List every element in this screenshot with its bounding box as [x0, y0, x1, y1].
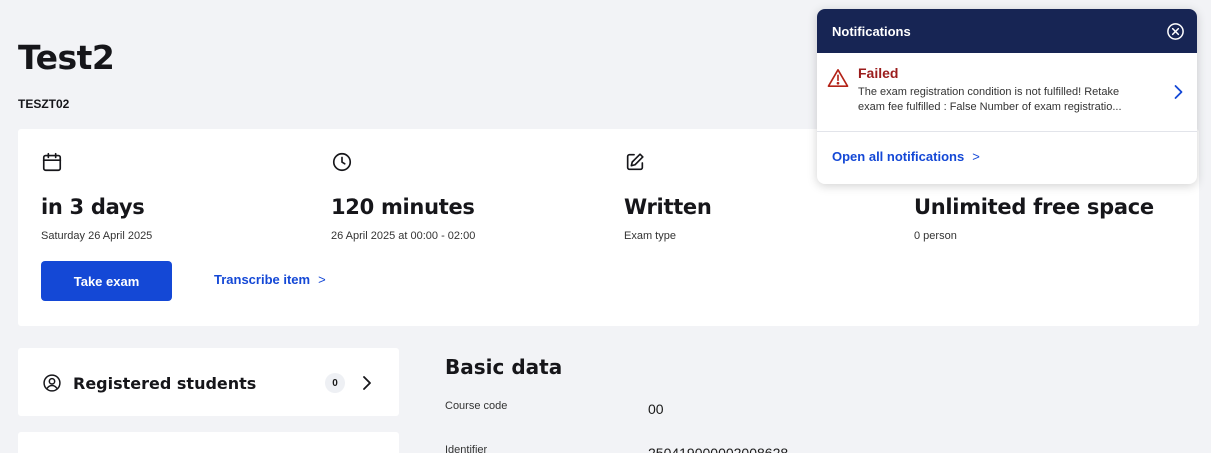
notification-message-line: The exam registration condition is not f…: [858, 86, 1120, 98]
warning-icon: [827, 69, 849, 87]
open-all-notifications-label: Open all notifications: [832, 149, 965, 164]
registered-students-card[interactable]: Registered students 0: [18, 348, 399, 416]
take-exam-button[interactable]: Take exam: [41, 261, 172, 301]
notifications-header: Notifications: [817, 9, 1197, 53]
chevron-right-icon: >: [318, 272, 326, 287]
course-code-label: Course code: [445, 400, 508, 412]
notification-title: Failed: [858, 65, 899, 81]
calendar-icon: [42, 152, 62, 172]
course-code-value: 00: [648, 401, 664, 417]
open-all-notifications-link[interactable]: Open all notifications >: [832, 149, 980, 164]
notification-item[interactable]: Failed The exam registration condition i…: [817, 53, 1197, 132]
registered-students-label: Registered students: [73, 373, 257, 393]
basic-data-title: Basic data: [445, 355, 563, 379]
duration-sub: 26 April 2025 at 00:00 - 02:00: [331, 230, 476, 242]
page-title: Test2: [18, 38, 115, 77]
clock-icon: [332, 152, 352, 172]
chevron-right-icon: [363, 376, 371, 390]
type-sub: Exam type: [624, 230, 676, 242]
page-code: TESZT02: [18, 97, 70, 111]
notifications-panel: Notifications Failed The exam registrati…: [817, 9, 1197, 184]
duration-value: 120 minutes: [331, 195, 475, 219]
space-sub: 0 person: [914, 230, 957, 242]
chevron-right-icon[interactable]: [1173, 83, 1184, 101]
transcribe-item-link[interactable]: Transcribe item >: [214, 272, 326, 287]
registered-count-badge: 0: [325, 373, 345, 393]
chevron-right-icon: >: [972, 149, 980, 164]
side-card-secondary[interactable]: [18, 432, 399, 453]
identifier-label: Identifier: [445, 444, 488, 453]
notifications-title: Notifications: [832, 23, 911, 39]
notification-message: The exam registration condition is not f…: [858, 85, 1158, 115]
identifier-value: 250419000002008628: [648, 445, 789, 453]
notification-message-line: exam fee fulfilled : False Number of exa…: [858, 101, 1122, 113]
date-sub: Saturday 26 April 2025: [41, 230, 153, 242]
close-icon[interactable]: [1166, 22, 1185, 41]
type-value: Written: [624, 195, 712, 219]
date-value: in 3 days: [41, 195, 145, 219]
space-value: Unlimited free space: [914, 195, 1154, 219]
transcribe-item-label: Transcribe item: [214, 272, 311, 287]
user-circle-icon: [43, 374, 61, 392]
edit-icon: [626, 153, 644, 171]
